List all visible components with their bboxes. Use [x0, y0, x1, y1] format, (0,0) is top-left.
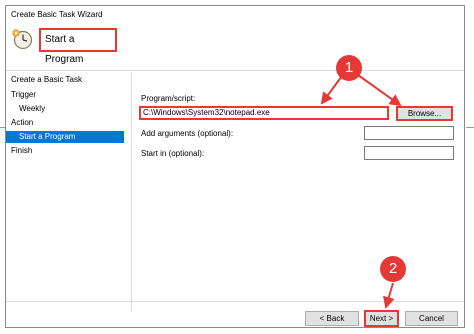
start-in-input[interactable]: [364, 146, 454, 160]
cancel-button[interactable]: Cancel: [405, 311, 458, 326]
content-divider: [131, 72, 132, 312]
program-script-input[interactable]: C:\Windows\System32\notepad.exe: [139, 106, 389, 120]
add-arguments-input[interactable]: [364, 126, 454, 140]
sidebar-item-trigger[interactable]: Trigger: [6, 89, 124, 101]
sidebar-item-label: Weekly: [19, 104, 46, 113]
annotation-badge-1: 1: [336, 55, 362, 81]
sidebar-item-weekly[interactable]: Weekly: [6, 103, 124, 115]
sidebar-item-start-a-program[interactable]: Start a Program: [6, 131, 124, 143]
sidebar-item-label: Trigger: [11, 90, 37, 99]
clock-gear-icon: [11, 28, 33, 50]
sidebar-item-label: Action: [11, 118, 34, 127]
annotation-badge-2: 2: [380, 256, 406, 282]
sidebar-item-label: Start a Program: [19, 132, 76, 141]
browse-button[interactable]: Browse...: [396, 106, 453, 121]
sidebar-item-label: Create a Basic Task: [11, 75, 82, 84]
window-title: Create Basic Task Wizard: [11, 10, 103, 19]
sidebar-item-action[interactable]: Action: [6, 117, 124, 129]
sidebar-item-create-basic-task[interactable]: Create a Basic Task: [6, 74, 124, 86]
program-script-label: Program/script:: [141, 94, 196, 103]
background-line: [466, 127, 474, 128]
sidebar-item-label: Finish: [11, 146, 33, 155]
footer-divider: [6, 301, 464, 302]
start-in-label: Start in (optional):: [141, 149, 205, 158]
sidebar-item-finish[interactable]: Finish: [6, 145, 124, 157]
add-arguments-label: Add arguments (optional):: [141, 129, 234, 138]
back-button[interactable]: < Back: [305, 311, 359, 326]
page-title: Start a Program: [39, 28, 117, 65]
next-button[interactable]: Next >: [364, 310, 399, 327]
wizard-steps-sidebar: Create a Basic Task Trigger Weekly Actio…: [6, 71, 129, 316]
